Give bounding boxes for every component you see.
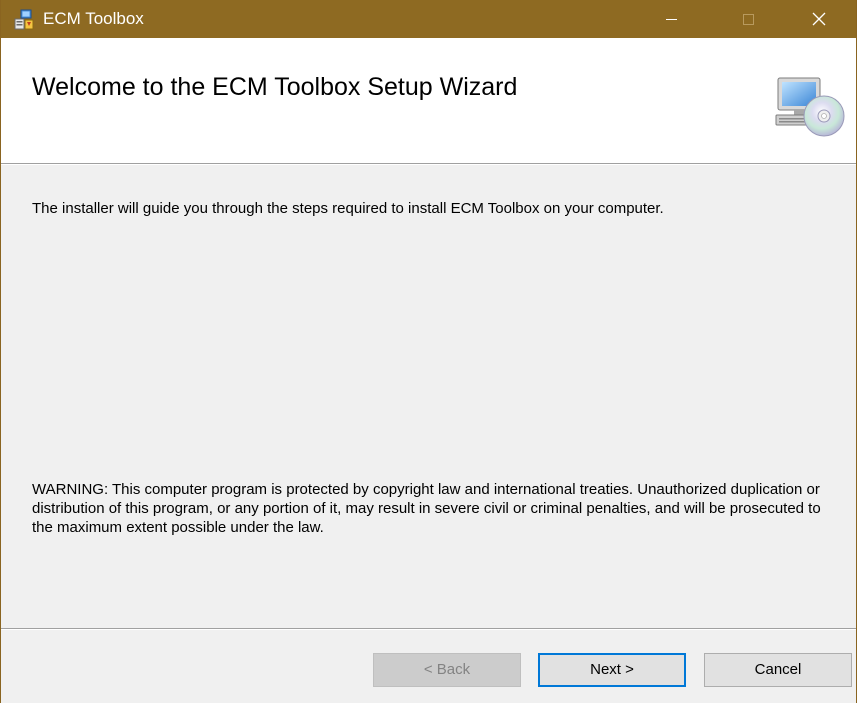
minimize-icon (666, 19, 677, 20)
maximize-icon (743, 14, 754, 25)
cancel-button[interactable]: Cancel (704, 653, 852, 687)
wizard-header: Welcome to the ECM Toolbox Setup Wizard (1, 38, 856, 164)
installer-icon (13, 9, 35, 31)
title-bar[interactable]: ECM Toolbox (1, 0, 856, 38)
close-icon (812, 12, 826, 26)
next-button[interactable]: Next > (538, 653, 686, 687)
maximize-button[interactable] (721, 0, 777, 38)
footer-divider-highlight (1, 629, 856, 630)
intro-text: The installer will guide you through the… (32, 200, 664, 217)
close-button[interactable] (791, 0, 847, 38)
setup-window: ECM Toolbox Welcome to the ECM Toolbox S… (0, 0, 857, 703)
window-title: ECM Toolbox (43, 9, 144, 28)
back-button[interactable]: < Back (373, 653, 521, 687)
computer-disc-icon (774, 72, 846, 144)
minimize-button[interactable] (643, 0, 699, 38)
page-title: Welcome to the ECM Toolbox Setup Wizard (32, 73, 518, 101)
copyright-warning: WARNING: This computer program is protec… (32, 481, 821, 536)
wizard-content: The installer will guide you through the… (1, 165, 856, 628)
